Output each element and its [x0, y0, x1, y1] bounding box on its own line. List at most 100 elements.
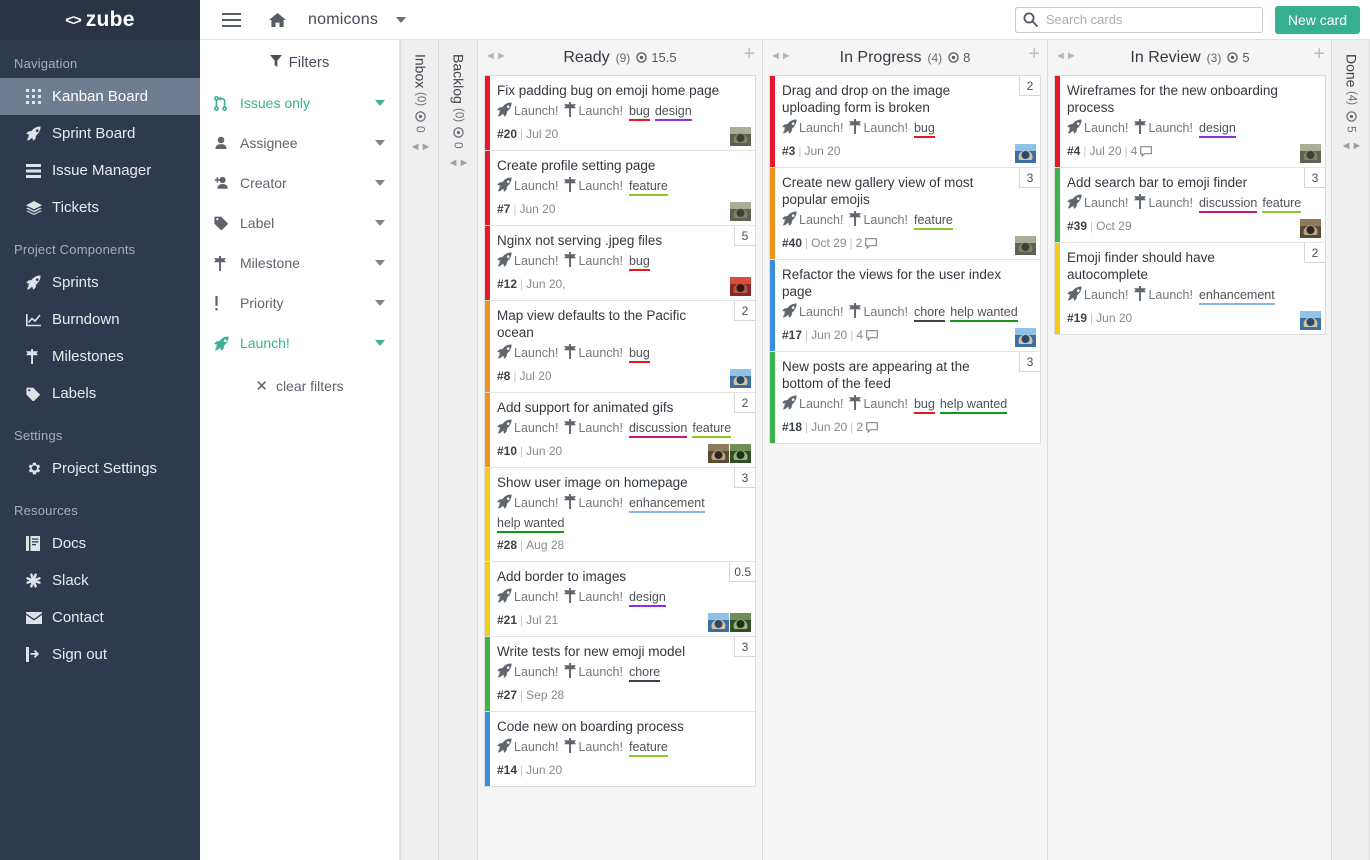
issue-card[interactable]: Create profile setting page Launch! Launch…: [485, 151, 755, 226]
hamburger-menu-icon[interactable]: [214, 1, 248, 39]
chevron-down-icon[interactable]: [375, 260, 385, 266]
card-milestone[interactable]: Launch!: [578, 740, 622, 754]
card-label[interactable]: enhancement: [628, 496, 705, 513]
card-label[interactable]: discussion: [1198, 196, 1258, 213]
issue-card[interactable]: Code new on boarding process Launch! Launc…: [485, 712, 755, 786]
card-milestone[interactable]: Launch!: [578, 346, 622, 360]
expand-column-icon[interactable]: ◄►: [448, 157, 470, 169]
project-dropdown-caret-icon[interactable]: [396, 16, 407, 23]
issue-card[interactable]: 0.5 Add border to images Launch! Launch! des…: [485, 562, 755, 637]
card-milestone[interactable]: Launch!: [863, 397, 907, 411]
filter-issues-only[interactable]: Issues only: [200, 83, 399, 123]
sidebar-item-kanban-board[interactable]: Kanban Board: [0, 78, 200, 115]
issue-card[interactable]: 3 Show user image on homepage Launch! Launc…: [485, 468, 755, 562]
issue-card[interactable]: Fix padding bug on emoji home page Launch…: [485, 76, 755, 151]
card-milestone[interactable]: Launch!: [578, 421, 622, 435]
add-card-icon[interactable]: +: [1313, 44, 1325, 64]
collapse-column-icon[interactable]: ◄►: [1055, 50, 1077, 62]
card-sprint[interactable]: Launch!: [514, 740, 558, 754]
card-milestone[interactable]: Launch!: [578, 254, 622, 268]
card-label[interactable]: bug: [913, 121, 935, 138]
issue-card[interactable]: 2 Drag and drop on the image uploading fo…: [770, 76, 1040, 168]
card-sprint[interactable]: Launch!: [1084, 196, 1128, 210]
issue-card[interactable]: 3 New posts are appearing at the bottom o…: [770, 352, 1040, 443]
card-label[interactable]: help wanted: [497, 516, 565, 533]
project-name[interactable]: nomicons: [308, 11, 378, 29]
card-sprint[interactable]: Launch!: [799, 121, 843, 135]
card-label[interactable]: design: [654, 104, 692, 121]
card-label[interactable]: design: [1198, 121, 1236, 138]
card-sprint[interactable]: Launch!: [799, 397, 843, 411]
sidebar-item-labels[interactable]: Labels: [0, 375, 200, 412]
filter-creator[interactable]: Creator: [200, 163, 399, 203]
card-sprint[interactable]: Launch!: [514, 590, 558, 604]
sidebar-item-project-settings[interactable]: Project Settings: [0, 450, 200, 487]
card-milestone[interactable]: Launch!: [578, 496, 622, 510]
filter-assignee[interactable]: Assignee: [200, 123, 399, 163]
issue-card[interactable]: 2 Add support for animated gifs Launch! Lau…: [485, 393, 755, 468]
card-sprint[interactable]: Launch!: [514, 665, 558, 679]
collapsed-column-done[interactable]: Done (4) 5 ◄►: [1331, 40, 1370, 860]
card-label[interactable]: help wanted: [939, 397, 1008, 414]
card-sprint[interactable]: Launch!: [514, 104, 558, 118]
card-label[interactable]: design: [628, 590, 666, 607]
card-label[interactable]: feature: [692, 421, 732, 438]
card-sprint[interactable]: Launch!: [1084, 288, 1128, 302]
filter-label[interactable]: Label: [200, 203, 399, 243]
card-milestone[interactable]: Launch!: [578, 179, 622, 193]
filter-milestone[interactable]: Milestone: [200, 243, 399, 283]
card-label[interactable]: chore: [628, 665, 661, 682]
card-label[interactable]: feature: [628, 740, 668, 757]
chevron-down-icon[interactable]: [375, 180, 385, 186]
card-label[interactable]: feature: [1262, 196, 1302, 213]
collapse-column-icon[interactable]: ◄►: [485, 50, 507, 62]
filter-launch[interactable]: Launch!: [200, 323, 399, 363]
collapsed-column-inbox[interactable]: Inbox (0) 0 ◄►: [400, 40, 439, 860]
sidebar-item-sign-out[interactable]: Sign out: [0, 636, 200, 673]
issue-card[interactable]: Refactor the views for the user index pa…: [770, 260, 1040, 352]
card-milestone[interactable]: Launch!: [1148, 121, 1192, 135]
chevron-down-icon[interactable]: [375, 300, 385, 306]
card-sprint[interactable]: Launch!: [514, 254, 558, 268]
sidebar-item-sprint-board[interactable]: Sprint Board: [0, 115, 200, 152]
expand-column-icon[interactable]: ◄►: [1341, 140, 1363, 152]
add-card-icon[interactable]: +: [1028, 44, 1040, 64]
brand-logo[interactable]: <> zube: [0, 0, 200, 40]
chevron-down-icon[interactable]: [375, 220, 385, 226]
card-milestone[interactable]: Launch!: [863, 213, 907, 227]
card-label[interactable]: enhancement: [1198, 288, 1275, 305]
card-sprint[interactable]: Launch!: [1084, 121, 1128, 135]
card-sprint[interactable]: Launch!: [514, 179, 558, 193]
issue-card[interactable]: 3 Write tests for new emoji model Launch! L…: [485, 637, 755, 712]
sidebar-item-issue-manager[interactable]: Issue Manager: [0, 152, 200, 189]
card-label[interactable]: feature: [628, 179, 668, 196]
sidebar-item-milestones[interactable]: Milestones: [0, 338, 200, 375]
card-milestone[interactable]: Launch!: [578, 590, 622, 604]
card-milestone[interactable]: Launch!: [863, 121, 907, 135]
search-input[interactable]: [1014, 6, 1263, 33]
clear-filters-button[interactable]: ✕ clear filters: [200, 377, 399, 395]
issue-card[interactable]: 2 Map view defaults to the Pacific ocean L…: [485, 301, 755, 393]
card-label[interactable]: bug: [628, 346, 650, 363]
collapsed-column-backlog[interactable]: Backlog (0) 0 ◄►: [439, 40, 478, 860]
card-label[interactable]: bug: [628, 104, 650, 121]
card-sprint[interactable]: Launch!: [799, 213, 843, 227]
collapse-column-icon[interactable]: ◄►: [770, 50, 792, 62]
issue-card[interactable]: 3 Create new gallery view of most popular…: [770, 168, 1040, 260]
chevron-down-icon[interactable]: [375, 140, 385, 146]
card-label[interactable]: chore: [913, 305, 946, 322]
card-label[interactable]: bug: [913, 397, 935, 414]
card-milestone[interactable]: Launch!: [863, 305, 907, 319]
new-card-button[interactable]: New card: [1274, 5, 1360, 34]
filter-priority[interactable]: Priority: [200, 283, 399, 323]
card-milestone[interactable]: Launch!: [578, 665, 622, 679]
card-label[interactable]: bug: [628, 254, 650, 271]
card-sprint[interactable]: Launch!: [799, 305, 843, 319]
card-sprint[interactable]: Launch!: [514, 421, 558, 435]
sidebar-item-tickets[interactable]: Tickets: [0, 189, 200, 226]
sidebar-item-sprints[interactable]: Sprints: [0, 264, 200, 301]
chevron-down-icon[interactable]: [375, 340, 385, 346]
issue-card[interactable]: 2 Emoji finder should have autocomplete La…: [1055, 243, 1325, 334]
sidebar-item-slack[interactable]: Slack: [0, 562, 200, 599]
card-sprint[interactable]: Launch!: [514, 496, 558, 510]
